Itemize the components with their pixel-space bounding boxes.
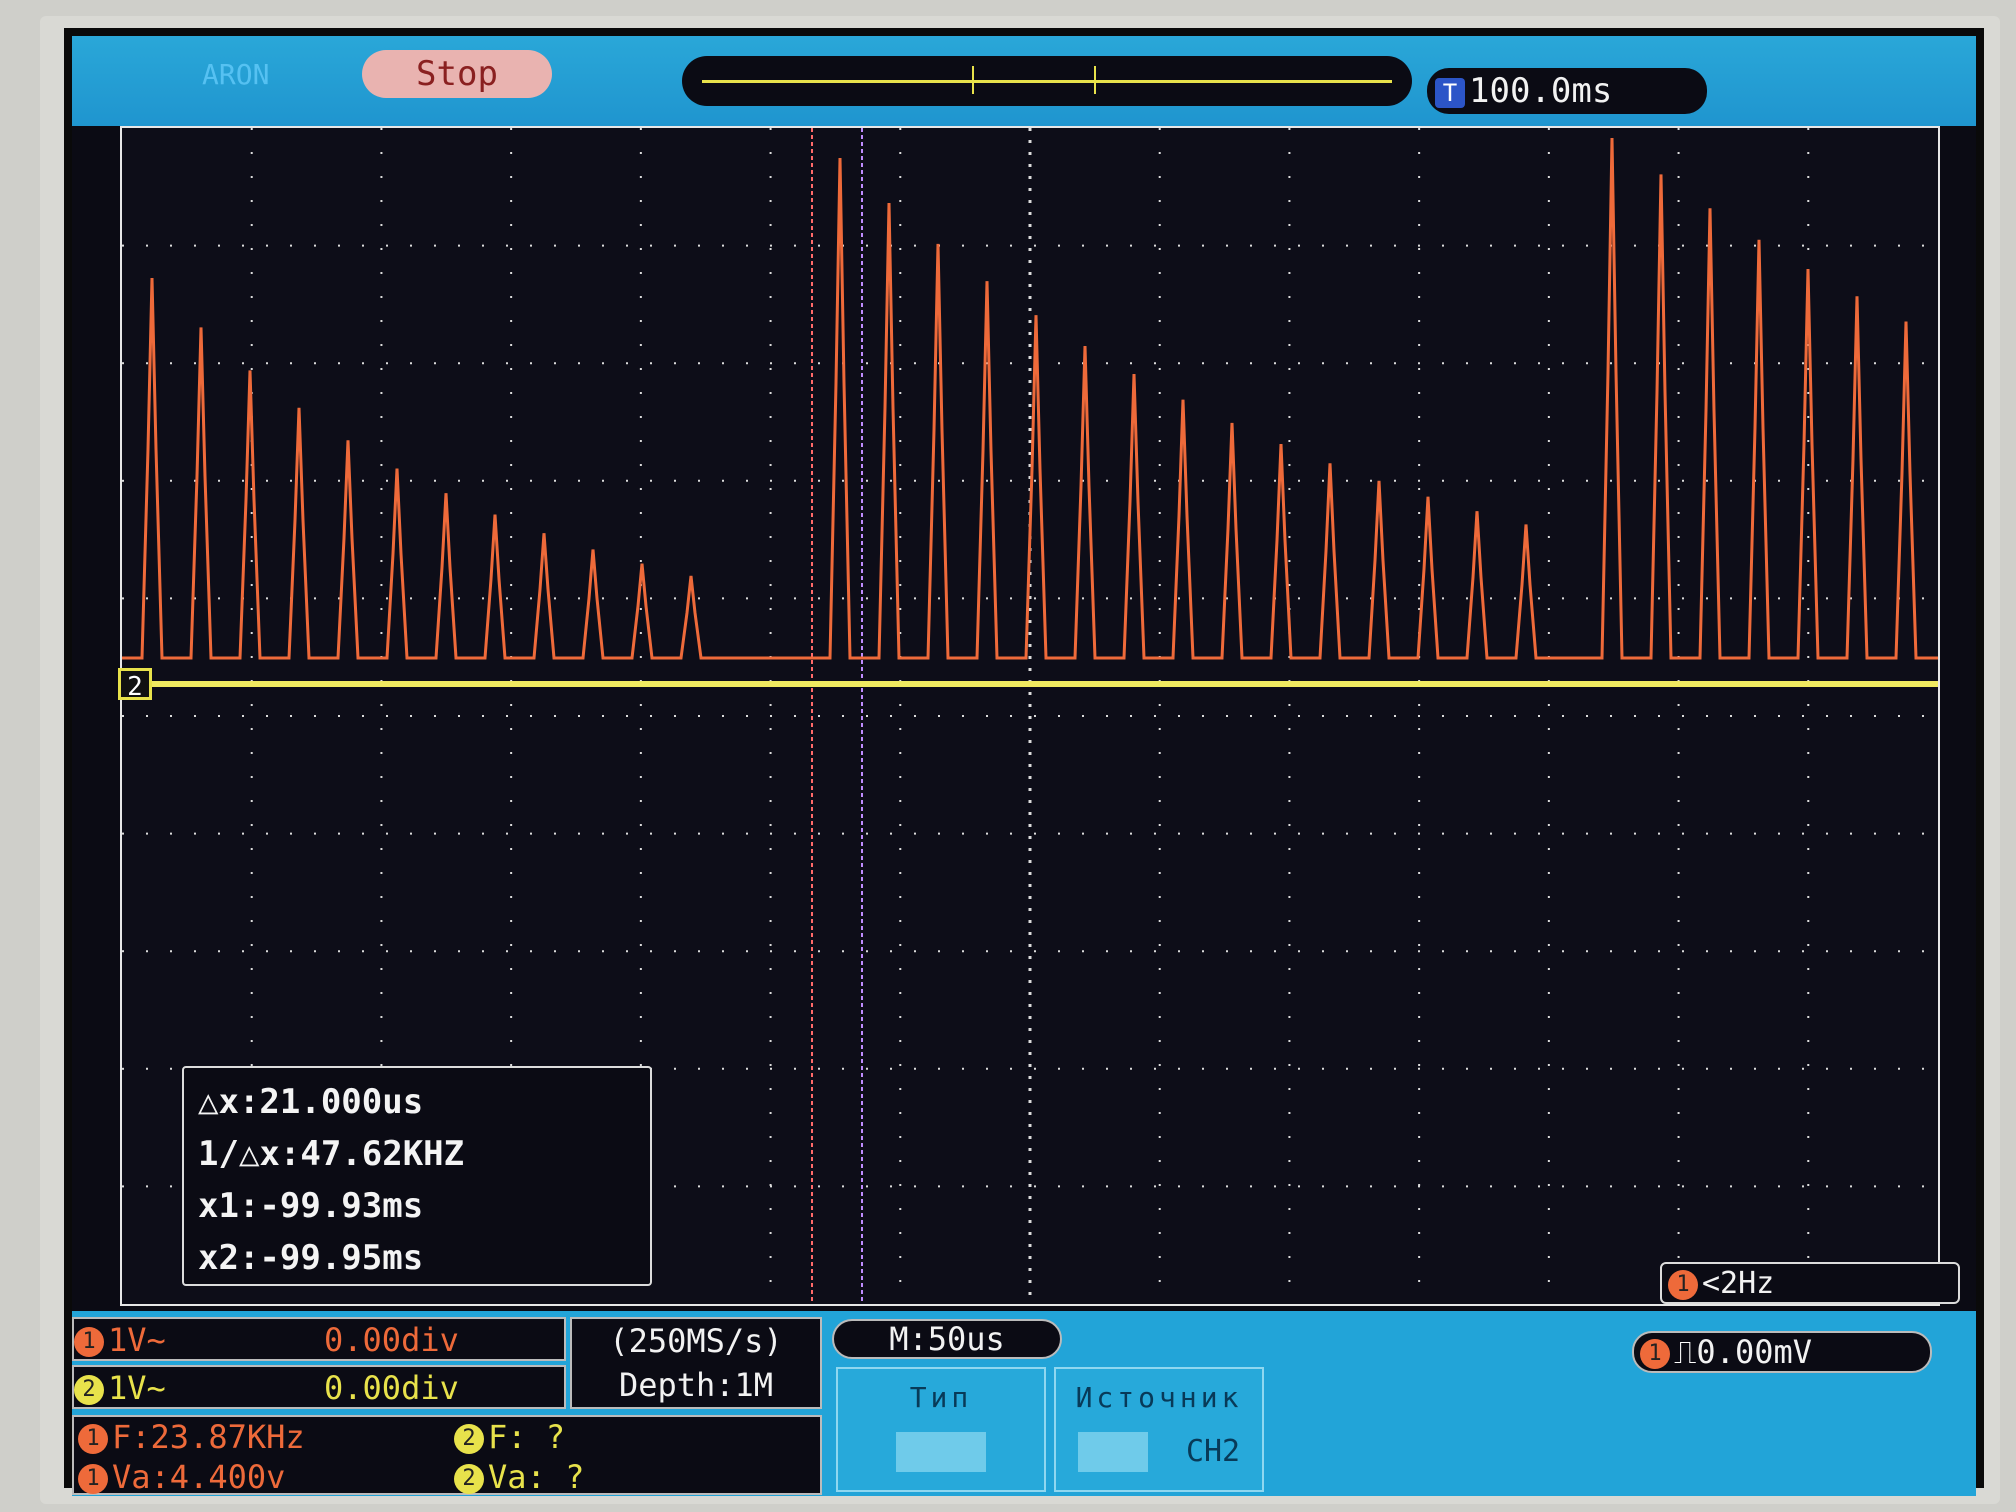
- sample-rate: (250MS/s): [609, 1322, 783, 1360]
- status-bar: 1 1V~ 0.00div 2 1V~ 0.00div (250MS/s) Dept…: [72, 1311, 1976, 1496]
- trigger-level-readout[interactable]: 1 ⎍0.00mV: [1632, 1331, 1932, 1373]
- menu-type-label: Тип: [909, 1381, 973, 1414]
- ch2-amplitude-measure: 2 Va: ?: [454, 1457, 584, 1497]
- stop-button[interactable]: Stop: [362, 50, 552, 98]
- memory-depth: Depth:1M: [618, 1366, 774, 1404]
- run-state-label: ARON: [202, 58, 270, 91]
- cursor-x2-value: x2:-99.95ms: [198, 1238, 424, 1278]
- menu-source-option-box: [1077, 1432, 1148, 1472]
- frequency-counter-value: <2Hz: [1702, 1266, 1775, 1301]
- ch2-frequency-measure: 2 F: ?: [454, 1417, 565, 1457]
- trigger-channel-badge-icon: 1: [1640, 1339, 1670, 1369]
- acquisition-readout: (250MS/s) Depth:1M: [570, 1317, 822, 1409]
- ch2-badge-icon: 2: [454, 1424, 484, 1454]
- ch1-trace: [122, 137, 1938, 660]
- menu-type-value-box: [896, 1432, 986, 1472]
- ch2-scale-readout[interactable]: 2 1V~ 0.00div: [72, 1365, 566, 1409]
- oscilloscope-screen: ARON Stop T 100.0ms 2 △x:21.000us 1/△x:47…: [64, 28, 1984, 1496]
- menu-source-value: CH2: [1185, 1433, 1241, 1469]
- ch1-badge-icon: 1: [1668, 1269, 1698, 1300]
- ch1-badge-icon: 1: [78, 1464, 108, 1494]
- trigger-position-bar[interactable]: [682, 56, 1412, 106]
- ch2-offset: 0.00div: [324, 1369, 459, 1407]
- menu-source-button[interactable]: Источник CH2: [1054, 1367, 1264, 1492]
- ch2-frequency-value: F: ?: [488, 1418, 566, 1456]
- cursor-readout-panel: △x:21.000us 1/△x:47.62KHZ x1:-99.93ms x2…: [182, 1066, 652, 1286]
- frequency-counter: 1 <2Hz: [1660, 1262, 1960, 1304]
- ch1-scale-readout[interactable]: 1 1V~ 0.00div: [72, 1317, 566, 1361]
- ch1-badge-icon: 1: [74, 1327, 104, 1357]
- ch2-badge-icon: 2: [454, 1464, 484, 1494]
- ch1-frequency-measure: 1 F:23.87KHz: [78, 1417, 305, 1457]
- trigger-t-icon: T: [1435, 77, 1465, 108]
- menu-source-label: Источник: [1075, 1381, 1243, 1414]
- cursor-delta-x: △x:21.000us: [198, 1082, 424, 1122]
- header-bar: ARON Stop T 100.0ms: [72, 36, 1976, 126]
- ch2-volts-per-div: 1V~: [108, 1369, 166, 1407]
- ch1-offset: 0.00div: [324, 1321, 459, 1359]
- trigger-level-value: 0.00mV: [1696, 1333, 1812, 1371]
- ch1-frequency-value: F:23.87KHz: [112, 1418, 305, 1456]
- ch1-amplitude-value: Va:4.400v: [112, 1458, 286, 1496]
- waveform-display[interactable]: 2 △x:21.000us 1/△x:47.62KHZ x1:-99.93ms …: [118, 126, 1960, 1306]
- cursor-x1-value: x1:-99.93ms: [198, 1186, 424, 1226]
- trigger-position-window[interactable]: [972, 66, 1096, 94]
- ch1-badge-icon: 1: [78, 1424, 108, 1454]
- ch2-ground-marker[interactable]: 2: [118, 668, 152, 702]
- ch2-amplitude-value: Va: ?: [488, 1458, 585, 1496]
- trigger-offset-value: 100.0ms: [1469, 71, 1613, 111]
- menu-type-button[interactable]: Тип: [836, 1367, 1046, 1492]
- trigger-offset-readout: T 100.0ms: [1427, 68, 1707, 114]
- ch2-badge-icon: 2: [74, 1375, 104, 1405]
- ch1-amplitude-measure: 1 Va:4.400v: [78, 1457, 285, 1497]
- rising-edge-icon: ⎍: [1674, 1333, 1697, 1371]
- ch1-volts-per-div: 1V~: [108, 1321, 166, 1359]
- cursor-inverse-delta-x: 1/△x:47.62KHZ: [198, 1134, 465, 1174]
- measurement-panel: 1 F:23.87KHz 1 Va:4.400v 2 F: ? 2 Va: ?: [72, 1415, 822, 1497]
- timebase-readout[interactable]: M:50us: [832, 1319, 1062, 1359]
